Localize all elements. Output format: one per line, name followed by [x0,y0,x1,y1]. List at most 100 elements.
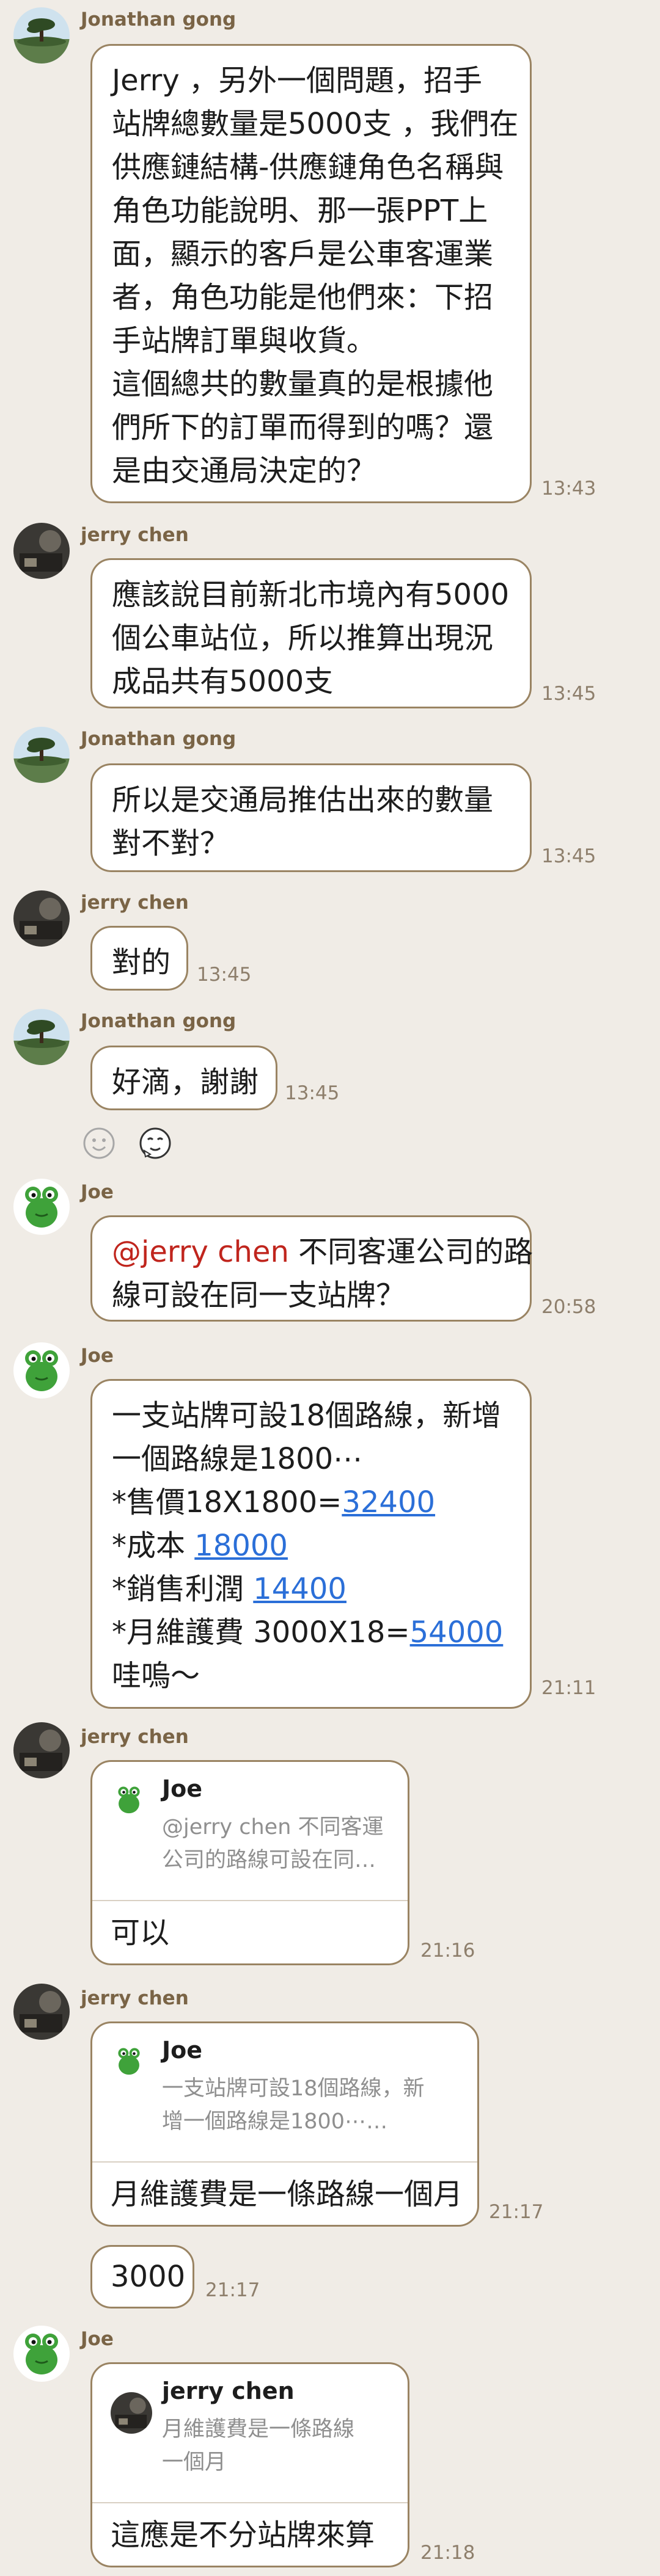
message-text: 手站牌訂單與收貨。 [112,324,376,358]
message-timestamp: 20:58 [541,1296,596,1318]
avatar-jerry[interactable] [13,1984,70,2040]
avatar-jerry[interactable] [13,523,70,579]
message-timestamp: 21:11 [541,1677,596,1699]
quoted-text: 一個月 [162,2450,227,2475]
message-text: 好滴，謝謝 [112,1065,259,1099]
quoted-message[interactable]: Joe 一支站牌可設18個路線，新 增一個路線是1800⋯… [92,2023,477,2163]
sender-name: Jonathan gong [81,1010,237,1032]
message-text: 個公車站位，所以推算出現況 [112,621,494,655]
quoted-sender: Joe [162,2037,203,2064]
reply-bubble[interactable]: jerry chen 月維護費是一條路線 一個月 這應是不分站牌來算 [90,2362,409,2567]
message-timestamp: 13:45 [541,845,596,867]
number-link[interactable]: 32400 [342,1485,435,1519]
smile-face-icon[interactable] [81,1125,117,1162]
sticker-icon[interactable] [137,1125,174,1162]
number-link[interactable]: 54000 [410,1615,504,1650]
message-bubble[interactable]: 所以是交通局推估出來的數量 對不對？ [90,763,532,872]
sender-name: jerry chen [81,892,189,914]
message-text: 所以是交通局推估出來的數量 [112,783,494,817]
message-text: 一支站牌可設18個路線，新增 [112,1399,502,1433]
avatar-jerry[interactable] [13,1722,70,1778]
message-bubble[interactable]: @jerry chen 不同客運公司的路 線可設在同一支站牌？ [90,1215,534,1322]
message-text: 們所下的訂單而得到的嗎？還 [112,410,494,445]
message-text: 供應鏈結構-供應鏈角色名稱與 [112,150,504,184]
message-text: 不同客運公司的路 [288,1235,534,1269]
message-text: 面，顯示的客戶是公車客運業 [112,237,494,271]
number-link[interactable]: 14400 [253,1572,346,1606]
message-timestamp: 21:18 [420,2542,475,2564]
sender-name: jerry chen [81,1987,189,2009]
avatar-joe[interactable] [13,1179,70,1235]
avatar-jonathan[interactable] [13,7,70,64]
dark-photo-avatar-icon [13,890,70,947]
landscape-tree-avatar-icon [13,727,70,783]
message-text: 哇嗚～ [112,1659,200,1693]
avatar-jonathan[interactable] [13,727,70,783]
landscape-tree-avatar-icon [13,7,70,64]
reply-bubble[interactable]: Joe 一支站牌可設18個路線，新 增一個路線是1800⋯… 月維護費是一條路線… [90,2021,479,2227]
reply-bubble[interactable]: Joe @jerry chen 不同客運 公司的路線可設在同… 可以 [90,1760,409,1965]
message-text: 應該說目前新北市境內有5000 [112,578,510,612]
message-text: 這個總共的數量真的是根據他 [112,367,494,401]
message-text: 對的 [112,945,171,980]
sender-name: Joe [81,2328,114,2350]
message-text: 成品共有5000支 [112,664,334,699]
frog-icon [111,1781,147,1818]
quoted-text: 增一個路線是1800⋯… [162,2109,388,2134]
message-text: 對不對？ [112,826,230,860]
message-text: 線可設在同一支站牌？ [112,1278,406,1312]
message-bubble[interactable]: 一支站牌可設18個路線，新增 一個路線是1800⋯ *售價18X1800=324… [90,1379,532,1709]
message-text: 3000 [111,2260,186,2294]
quoted-text: 公司的路線可設在同… [162,1848,376,1872]
avatar-jonathan[interactable] [13,1009,70,1065]
message-bubble[interactable]: Jerry ，另外一個問題，招手 站牌總數量是5000支 ，我們在 供應鏈結構-… [90,44,532,503]
message-timestamp: 13:45 [285,1082,340,1104]
dark-photo-icon [111,2392,152,2434]
quoted-text: @jerry chen 不同客運 [162,1815,384,1839]
sender-name: Jonathan gong [81,9,237,31]
quoted-sender: jerry chen [162,2378,295,2404]
message-text: 是由交通局決定的？ [112,454,376,488]
frog-icon [111,2043,147,2079]
reply-text: 可以 [111,1916,170,1950]
message-text: 站牌總數量是5000支 ，我們在 [112,107,519,141]
mention-link[interactable]: @jerry chen [112,1235,289,1269]
number-link[interactable]: 18000 [194,1529,288,1563]
quoted-text: 月維護費是一條路線 [162,2417,355,2442]
message-timestamp: 21:17 [205,2279,260,2301]
sender-name: Jonathan gong [81,728,237,750]
message-timestamp: 13:43 [541,478,596,500]
sender-name: jerry chen [81,524,189,546]
reply-text: 月維護費是一條路線一個月 [111,2177,463,2211]
message-text: 者，角色功能是他們來：下招 [112,280,494,315]
message-text: 角色功能說明、那一張PPT上 [112,194,488,228]
message-timestamp: 13:45 [197,964,252,986]
quoted-message[interactable]: Joe @jerry chen 不同客運 公司的路線可設在同… [92,1762,408,1901]
reply-text: 這應是不分站牌來算 [111,2518,375,2552]
avatar-jerry[interactable] [13,890,70,947]
avatar-joe[interactable] [13,2326,70,2382]
message-text: *售價18X1800= [112,1485,342,1519]
dark-photo-avatar-icon [13,523,70,579]
message-timestamp: 13:45 [541,683,596,705]
message-bubble[interactable]: 好滴，謝謝 [90,1046,277,1110]
message-text: 一個路線是1800⋯ [112,1442,363,1476]
message-bubble[interactable]: 應該說目前新北市境內有5000 個公車站位，所以推算出現況 成品共有5000支 [90,558,532,708]
message-timestamp: 21:16 [420,1940,475,1962]
sender-name: Joe [81,1345,114,1367]
landscape-tree-avatar-icon [13,1009,70,1065]
sender-name: jerry chen [81,1726,189,1748]
quoted-message[interactable]: jerry chen 月維護費是一條路線 一個月 [92,2364,408,2503]
green-frog-avatar-icon [13,2326,70,2382]
dark-photo-avatar-icon [13,1984,70,2040]
message-bubble[interactable]: 對的 [90,926,188,991]
avatar-joe[interactable] [13,1342,70,1399]
green-frog-avatar-icon [13,1179,70,1235]
green-frog-avatar-icon [13,1342,70,1399]
quoted-text: 一支站牌可設18個路線，新 [162,2076,425,2101]
message-bubble[interactable]: 3000 [90,2245,194,2309]
message-text: *成本 [112,1529,195,1563]
dark-photo-avatar-icon [13,1722,70,1778]
message-timestamp: 21:17 [489,2201,544,2223]
message-text: *銷售利潤 [112,1572,254,1606]
